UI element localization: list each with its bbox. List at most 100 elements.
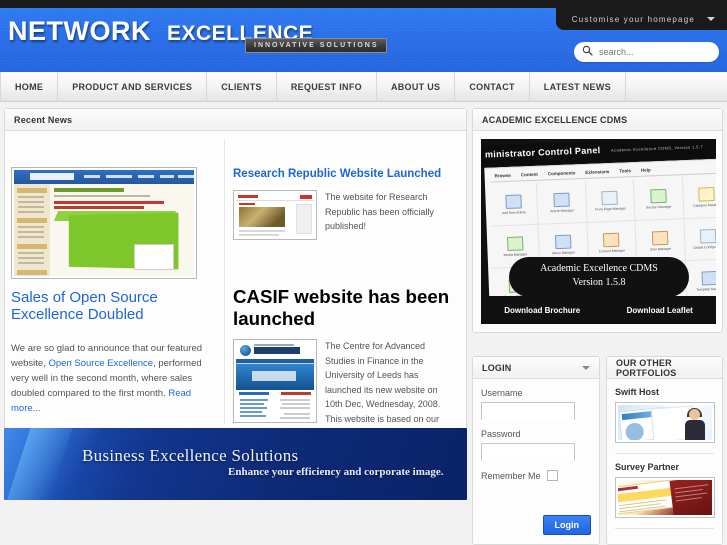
nav-item-latest-news[interactable]: LATEST NEWS [530,72,626,101]
user-manager-icon [651,230,669,245]
global-configuration-icon [700,228,716,244]
login-button[interactable]: Login [542,515,591,535]
nav-item-about-us[interactable]: ABOUT US [377,72,456,101]
media-manager-icon [506,235,524,251]
cp-icon-cell: Add New Article [488,182,539,227]
portfolio-thumbnail-swift-host[interactable] [615,402,715,443]
nav-item-contact[interactable]: CONTACT [455,72,530,101]
password-input[interactable] [482,446,574,462]
portfolio-divider-2 [615,528,714,529]
portfolios-panel-header: OUR OTHER PORTFOLIOS [607,357,722,379]
cp-icon-label: Section Manager [645,204,672,210]
add-new-article-icon [505,193,522,209]
login-panel-header[interactable]: LOGIN [473,357,599,379]
control-panel-version: Academic Excellence CDMS, Version 1.5.7 [610,144,704,153]
cp-icon-label: Content Manager [598,247,626,253]
logo-text-primary: NETWORK [8,16,151,46]
recent-news-panel: Recent News Sales of Open Source Excelle… [4,108,467,453]
search-icon [582,43,593,61]
login-panel-title: LOGIN [482,362,512,373]
customise-homepage-button[interactable]: Customise your homepage [555,8,727,30]
cdms-download-bar: Download Brochure Download Leaflet [481,296,716,324]
cp-icon-cell: Global Configuration [684,217,716,262]
cdms-screenshot[interactable]: Browse Content Components Extensions Too… [481,139,716,324]
chevron-down-icon[interactable] [582,365,590,370]
banner-title: Business Excellence Solutions [82,446,299,465]
cp-menu-browse: Browse [494,172,511,179]
search-input[interactable] [599,47,716,57]
column-divider [224,139,225,424]
download-brochure-link[interactable]: Download Brochure [504,306,580,315]
news-story-research-republic: Research Republic Website Launched The w… [233,167,455,243]
menu-manager-icon [555,234,572,249]
portfolios-panel: OUR OTHER PORTFOLIOS Swift Host Survey P… [606,356,723,545]
cp-icon-label: Front Page Manager [594,205,627,212]
cp-icon-label: Media Manager [503,251,528,257]
login-form: Username Password Remember Me [473,379,599,490]
portfolio-thumbnail-survey-partner[interactable] [615,477,715,518]
portfolio-item-label[interactable]: Survey Partner [615,462,714,472]
cp-icon-label: User Manager [649,246,672,252]
remember-me-checkbox[interactable] [546,470,558,481]
banner-subtitle: Enhance your efficiency and corporate im… [228,466,444,478]
cdms-version-overlay: Academic Excellence CDMS Version 1.5.8 [509,257,689,297]
portfolios-body: Swift Host Survey Partner [607,379,722,545]
search-box[interactable] [574,42,719,62]
control-panel-title: ministrator Control Panel [484,145,601,160]
username-field[interactable] [481,402,575,421]
category-manager-icon [698,186,716,202]
front-page-manager-icon [601,190,619,205]
nav-item-home[interactable]: HOME [0,72,59,101]
site-header: NETWORK EXCELLENCE INNOVATIVE SOLUTIONS … [0,8,727,72]
username-input[interactable] [482,405,574,421]
password-label: Password [481,429,521,439]
open-source-excellence-link[interactable]: Open Source Excellence [49,358,154,369]
download-leaflet-link[interactable]: Download Leaflet [627,306,693,315]
login-panel: LOGIN Username Password Remember Me Logi… [472,356,600,545]
featured-article-title[interactable]: Sales of Open Source Excellence Doubled [11,289,216,323]
nav-item-clients[interactable]: CLIENTS [207,72,277,101]
business-excellence-banner[interactable]: Business Excellence Solutions Enhance yo… [4,428,467,500]
tagline-badge: INNOVATIVE SOLUTIONS [245,38,387,53]
cp-icon-cell: Front Page Manager [585,179,636,223]
recent-news-header: Recent News [5,109,466,131]
content-manager-icon [603,232,620,247]
cp-icon-label: Global Configuration [693,244,716,250]
cp-icon-cell: Section Manager [634,177,685,222]
cp-menu-tools: Tools [619,168,632,174]
featured-article-thumbnail[interactable] [11,167,197,279]
cp-icon-cell: Article Manager [537,180,588,225]
cdms-overlay-line2: Version 1.5.8 [572,277,626,288]
template-manager-icon [701,270,716,286]
cp-menu-help: Help [640,167,651,173]
cp-icon-label: Template Manager [696,286,716,292]
cdms-overlay-line1: Academic Excellence CDMS [540,263,658,274]
recent-news-title: Recent News [14,114,73,125]
section-manager-icon [650,188,667,203]
main-navigation: HOME PRODUCT AND SERVICES CLIENTS REQUES… [0,72,727,102]
portfolio-divider [615,453,714,454]
news-story-title[interactable]: CASIF website has been launched [233,286,457,330]
cp-icon-label: Article Manager [550,207,575,213]
cdms-panel-body: Browse Content Components Extensions Too… [473,131,722,332]
cp-icon-cell: Category Manager [682,175,716,220]
portfolio-item-label[interactable]: Swift Host [615,387,714,397]
top-black-strip [0,0,727,8]
news-story-thumbnail[interactable] [233,339,317,423]
remember-me-row: Remember Me [481,470,591,481]
cp-icon-label: Category Manager [693,202,716,208]
news-story-title[interactable]: Research Republic Website Launched [233,167,455,181]
cp-menu-extensions: Extensions [585,169,610,175]
cp-menu-content: Content [520,171,538,178]
cdms-panel-header: ACADEMIC EXCELLENCE CDMS [473,109,722,131]
cdms-panel: ACADEMIC EXCELLENCE CDMS Browse Content … [472,108,723,333]
customise-homepage-label: Customise your homepage [571,14,695,24]
nav-item-request-info[interactable]: REQUEST INFO [277,72,377,101]
username-label: Username [481,388,523,398]
featured-article-body: We are so glad to announce that our feat… [11,341,216,416]
remember-me-label: Remember Me [481,470,541,481]
password-field[interactable] [481,443,575,462]
news-story-thumbnail[interactable] [233,190,317,240]
article-manager-icon [553,192,570,207]
nav-item-product-and-services[interactable]: PRODUCT AND SERVICES [58,72,208,101]
